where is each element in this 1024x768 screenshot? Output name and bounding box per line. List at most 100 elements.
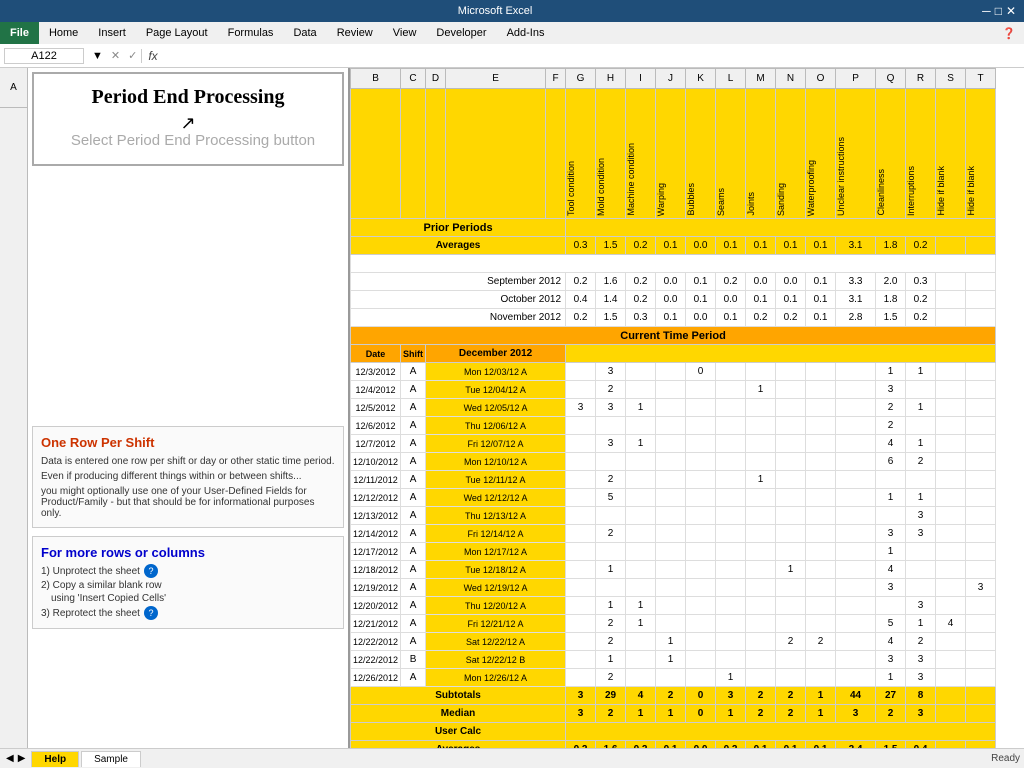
sep-label: September 2012 [351, 273, 566, 291]
info-line-1: Data is entered one row per shift or day… [41, 456, 335, 467]
grid-panel: B C D E F G H I J K L M N O P Q R [350, 68, 1024, 748]
col-seams: Seams [716, 89, 746, 219]
prior-avg-2: 0.2 [626, 237, 656, 255]
shift-1222b: B [401, 651, 426, 669]
prior-periods-header-row: Prior Periods [351, 219, 996, 237]
shift-1203: A [401, 363, 426, 381]
prior-avg-3: 0.1 [656, 237, 686, 255]
december-label: December 2012 [426, 345, 566, 363]
shift-col-header: Shift [401, 345, 426, 363]
data-row-1222b: 12/22/2012 B Sat 12/22/12 B 1 1 3 3 [351, 651, 996, 669]
date-1213: 12/13/2012 [351, 507, 401, 525]
sheet-tab-help[interactable]: Help [31, 751, 79, 767]
cursor-icon: ↗ [44, 113, 332, 134]
oct-2012-row: October 2012 0.4 1.4 0.2 0.0 0.1 0.0 0.1… [351, 291, 996, 309]
tab-review[interactable]: Review [327, 25, 383, 41]
data-row-1219: 12/19/2012 A Wed 12/19/12 A 3 [351, 579, 996, 597]
date-1207: 12/7/2012 [351, 435, 401, 453]
col-c-header: C [401, 69, 426, 89]
left-panel: A Period End Processing ↗ Select Period … [0, 68, 350, 748]
help-circle-2[interactable]: ? [144, 606, 158, 620]
rotated-header-spacer-b [351, 89, 401, 219]
date-1220: 12/20/2012 [351, 597, 401, 615]
tab-insert[interactable]: Insert [88, 25, 136, 41]
tab-page-layout[interactable]: Page Layout [136, 25, 218, 41]
date-1221: 12/21/2012 [351, 615, 401, 633]
prior-avg-10: 1.8 [876, 237, 906, 255]
day-1222b: Sat 12/22/12 B [426, 651, 566, 669]
sheet-next-icon[interactable]: ▶ [16, 753, 28, 764]
one-row-per-shift-box: One Row Per Shift Data is entered one ro… [32, 426, 344, 528]
prior-avg-9: 3.1 [836, 237, 876, 255]
col-g-header: G [566, 69, 596, 89]
formula-input[interactable] [164, 50, 1024, 62]
col-interruptions: Interruptions [906, 89, 936, 219]
sheet-tab-sample[interactable]: Sample [81, 751, 141, 767]
data-row-1220: 12/20/2012 A Thu 12/20/12 A 1 1 3 [351, 597, 996, 615]
data-row-1213: 12/13/2012 A Thu 12/13/12 A 3 [351, 507, 996, 525]
day-1207: Fri 12/07/12 A [426, 435, 566, 453]
pep-title: Period End Processing [44, 86, 332, 109]
tab-addins[interactable]: Add-Ins [497, 25, 555, 41]
data-row-1212: 12/12/2012 A Wed 12/12/12 A 5 1 1 [351, 489, 996, 507]
col-bubbles: Bubbles [686, 89, 716, 219]
tab-developer[interactable]: Developer [426, 25, 496, 41]
subtotals-label: Subtotals [351, 687, 566, 705]
rotated-header-spacer-f [546, 89, 566, 219]
date-1206: 12/6/2012 [351, 417, 401, 435]
help-icon[interactable]: ❓ [1002, 27, 1016, 40]
median-label: Median [351, 705, 566, 723]
day-1220: Thu 12/20/12 A [426, 597, 566, 615]
current-period-label: Current Time Period [351, 327, 996, 345]
fx-icon[interactable]: fx [141, 49, 163, 63]
step-3: 3) Reprotect the sheet ? [41, 606, 335, 620]
day-1210: Mon 12/10/12 A [426, 453, 566, 471]
shift-1222a: A [401, 633, 426, 651]
expand-icon[interactable]: ▼ [88, 50, 107, 62]
maximize-icon[interactable]: □ [995, 4, 1002, 18]
col-sanding: Sanding [776, 89, 806, 219]
blank-row-125 [351, 255, 996, 273]
data-row-1222a: 12/22/2012 A Sat 12/22/12 A 2 1 2 2 4 2 [351, 633, 996, 651]
data-row-1206: 12/6/2012 A Thu 12/06/12 A 2 [351, 417, 996, 435]
tab-formulas[interactable]: Formulas [218, 25, 284, 41]
col-joints: Joints [746, 89, 776, 219]
rotated-header-spacer-c [401, 89, 426, 219]
file-button[interactable]: File [0, 22, 39, 44]
prior-avg-1: 1.5 [596, 237, 626, 255]
date-1222b: 12/22/2012 [351, 651, 401, 669]
help-circle-1[interactable]: ? [144, 564, 158, 578]
date-1222a: 12/22/2012 [351, 633, 401, 651]
col-o-header: O [806, 69, 836, 89]
shift-1221: A [401, 615, 426, 633]
cancel-formula-icon: ✕ [107, 49, 124, 62]
shift-1218: A [401, 561, 426, 579]
tab-data[interactable]: Data [283, 25, 326, 41]
col-waterproofing: Waterproofing [806, 89, 836, 219]
col-hide-blank-1: Hide if blank [936, 89, 966, 219]
prior-avg-6: 0.1 [746, 237, 776, 255]
shift-1212: A [401, 489, 426, 507]
shift-1214: A [401, 525, 426, 543]
col-n-header: N [776, 69, 806, 89]
shift-1207: A [401, 435, 426, 453]
sheet-prev-icon[interactable]: ◀ [4, 753, 16, 764]
cell-reference[interactable]: A122 [4, 48, 84, 64]
prior-avg-8: 0.1 [806, 237, 836, 255]
sep-2012-row: September 2012 0.2 1.6 0.2 0.0 0.1 0.2 0… [351, 273, 996, 291]
user-calc-label: User Calc [351, 723, 566, 741]
close-icon[interactable]: ✕ [1006, 4, 1016, 18]
col-r-header: R [906, 69, 936, 89]
data-row-1204: 12/4/2012 A Tue 12/04/12 A 2 1 3 [351, 381, 996, 399]
date-1214: 12/14/2012 [351, 525, 401, 543]
col-unclear-instructions: Unclear instructions [836, 89, 876, 219]
shift-1204: A [401, 381, 426, 399]
col-i-header: I [626, 69, 656, 89]
prior-avg-7: 0.1 [776, 237, 806, 255]
tab-home[interactable]: Home [39, 25, 88, 41]
data-row-1207: 12/7/2012 A Fri 12/07/12 A 3 1 4 1 [351, 435, 996, 453]
data-row-1221: 12/21/2012 A Fri 12/21/12 A 2 1 5 1 4 [351, 615, 996, 633]
minimize-icon[interactable]: ─ [982, 4, 991, 18]
tab-view[interactable]: View [383, 25, 427, 41]
data-row-1211: 12/11/2012 A Tue 12/11/12 A 2 1 [351, 471, 996, 489]
